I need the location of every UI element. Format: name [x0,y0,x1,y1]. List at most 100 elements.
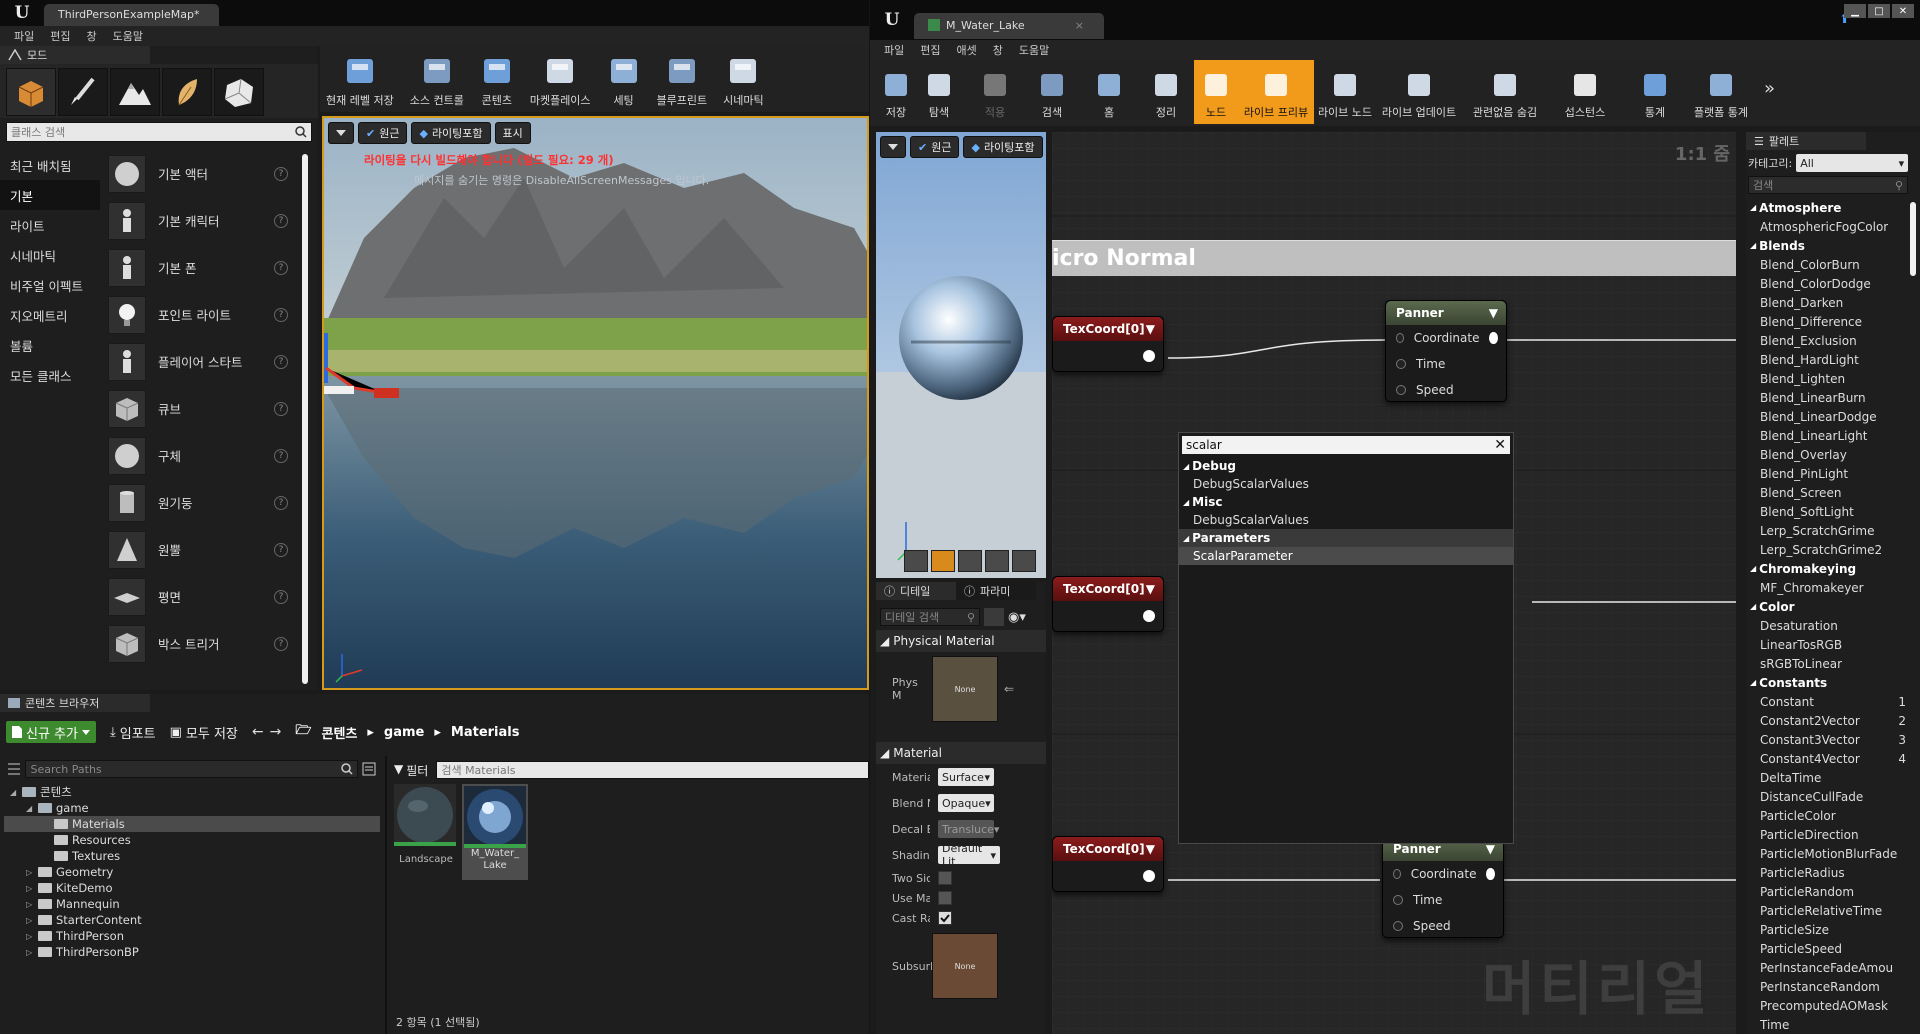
tab-parameters[interactable]: ⓘ 파라미 [956,582,1036,600]
details-search-input[interactable]: 디테일 검색 ⚲ [880,608,980,626]
node-collapse-icon[interactable]: ▼ [1146,582,1155,596]
preview-perspective-button[interactable]: ✔ 원근 [910,136,960,158]
output-pin[interactable] [1486,868,1495,880]
context-category[interactable]: ◢ Misc [1179,493,1513,511]
material-preview-viewport[interactable]: ✔ 원근 ◆ 라이팅포함 [876,132,1046,578]
property-dropdown[interactable]: Transluce ▾ [938,820,999,838]
category-item[interactable]: 비주얼 이펙트 [0,270,100,300]
place-item[interactable]: 포인트 라이트? [104,291,300,338]
palette-item[interactable]: Lerp_ScratchGrime [1746,521,1920,540]
panner-node-1[interactable]: Panner ▼ Coordinate Time Speed [1385,300,1507,402]
menu-edit[interactable]: 편집 [44,28,76,44]
palette-search-input[interactable]: 검색 ⚲ [1748,176,1908,194]
palette-item[interactable]: Blend_Lighten [1746,369,1920,388]
preview-menu-button[interactable] [880,136,906,158]
palette-item[interactable]: sRGBToLinear [1746,654,1920,673]
menu-edit[interactable]: 편집 [914,42,946,58]
subsurface-thumbnail[interactable]: None [932,933,998,999]
property-dropdown[interactable]: Opaque ▾ [938,794,994,812]
context-menu-item[interactable]: DebugScalarValues [1179,511,1513,529]
viewport-menu-button[interactable] [328,122,354,144]
toolbar-settings-button[interactable]: 세팅 [601,50,647,108]
mode-landscape-button[interactable] [110,68,160,116]
menu-window[interactable]: 창 [987,42,1009,58]
palette-item[interactable]: ParticleRadius [1746,863,1920,882]
category-dropdown[interactable]: All ▾ [1796,154,1909,172]
toolbar-home-button[interactable]: 홈 [1080,60,1138,124]
palette-item[interactable]: Time [1746,1015,1920,1034]
place-item[interactable]: 기본 폰? [104,244,300,291]
breadcrumb-item-game[interactable]: game [384,725,424,740]
palette-item[interactable]: Blend_ColorBurn [1746,255,1920,274]
expand-arrow-icon[interactable]: ▷ [26,868,34,877]
toolbar-apply-button[interactable]: 적용 [966,60,1024,124]
toolbar-overflow-icon[interactable]: » [1754,60,1775,126]
pin-speed[interactable]: Speed [1383,913,1503,939]
tree-folder[interactable]: Materials [4,816,380,832]
tree-folder[interactable]: ◢ 콘텐츠 [4,784,380,800]
palette-item[interactable]: Constant3Vector 3 [1746,730,1920,749]
material-tab[interactable]: M_Water_Lake × [914,13,1104,39]
phys-material-thumbnail[interactable]: None [932,656,998,722]
input-pin[interactable] [1396,385,1406,395]
expand-arrow-icon[interactable]: ▷ [26,932,34,941]
level-tab[interactable]: ThirdPersonExampleMap* [44,4,220,26]
node-collapse-icon[interactable]: ▼ [1146,322,1155,336]
palette-item[interactable]: ParticleColor [1746,806,1920,825]
input-pin[interactable] [1393,869,1401,879]
palette-item[interactable]: Blend_Darken [1746,293,1920,312]
modes-tab[interactable]: 모드 [0,46,150,64]
import-button[interactable]: ⤓ 임포트 [110,723,156,742]
expand-arrow-icon[interactable]: ▷ [26,884,34,893]
palette-item[interactable]: LinearTosRGB [1746,635,1920,654]
property-dropdown[interactable]: Default Lit ▾ [938,842,1000,868]
cube-shape-icon[interactable] [985,550,1009,572]
tree-folder[interactable]: ▷ Mannequin [4,896,380,912]
help-icon[interactable]: ? [274,260,288,275]
search-paths-input[interactable]: Search Paths [25,760,359,778]
palette-item[interactable]: Blend_Screen [1746,483,1920,502]
palette-item[interactable]: PrecomputedAOMask [1746,996,1920,1015]
material-graph[interactable]: 1:1 줌 icro Normal TexCoord[0] ▼ TexCoord[… [1052,132,1736,1034]
toolbar-cinematics-button[interactable]: 시네마틱 [717,50,769,108]
category-item[interactable]: 모든 클래스 [0,360,100,390]
place-item[interactable]: 기본 캐릭터? [104,197,300,244]
node-collapse-icon[interactable]: ▼ [1489,306,1498,320]
palette-item[interactable]: Blend_HardLight [1746,350,1920,369]
toolbar-search-button[interactable]: 검색 [1024,60,1080,124]
texcoord-node-2[interactable]: TexCoord[0] ▼ [1052,576,1164,632]
tab-details[interactable]: ⓘ 디테일 [876,582,956,600]
palette-item[interactable]: AtmosphericFogColor [1746,217,1920,236]
eye-icon[interactable]: ◉▾ [1008,610,1026,625]
property-checkbox[interactable] [938,871,952,885]
output-pin[interactable] [1143,870,1155,882]
palette-item[interactable]: Constant 1 [1746,692,1920,711]
lit-mode-button[interactable]: ◆ 라이팅포함 [411,122,491,144]
palette-item[interactable]: Blend_LinearDodge [1746,407,1920,426]
context-menu-item[interactable]: DebugScalarValues [1179,475,1513,493]
palette-item[interactable]: Blend_PinLight [1746,464,1920,483]
expand-arrow-icon[interactable]: ▷ [26,948,34,957]
category-item[interactable]: 볼륨 [0,330,100,360]
toolbar-stats-button[interactable]: 통계 [1622,60,1688,124]
palette-item[interactable]: ParticleSize [1746,920,1920,939]
toolbar-blueprint-button[interactable]: 블루프린트 [651,50,714,108]
place-item[interactable]: 큐브? [104,385,300,432]
place-item[interactable]: 원기둥? [104,479,300,526]
close-tab-icon[interactable]: × [1075,19,1084,32]
help-icon[interactable]: ? [274,166,288,181]
menu-asset[interactable]: 애셋 [951,42,983,58]
help-icon[interactable]: ? [274,307,288,322]
tree-folder[interactable]: ◢ game [4,800,380,816]
mode-foliage-button[interactable] [162,68,212,116]
tree-folder[interactable]: ▷ KiteDemo [4,880,380,896]
input-pin[interactable] [1393,895,1403,905]
show-button[interactable]: 표시 [494,122,531,144]
list-view-icon[interactable] [362,760,376,778]
property-checkbox[interactable] [938,911,952,925]
input-pin[interactable] [1396,333,1404,343]
tree-folder[interactable]: ▷ StarterContent [4,912,380,928]
input-pin[interactable] [1393,921,1403,931]
palette-item[interactable]: Blend_LinearLight [1746,426,1920,445]
context-menu-item[interactable]: ScalarParameter [1179,547,1513,565]
